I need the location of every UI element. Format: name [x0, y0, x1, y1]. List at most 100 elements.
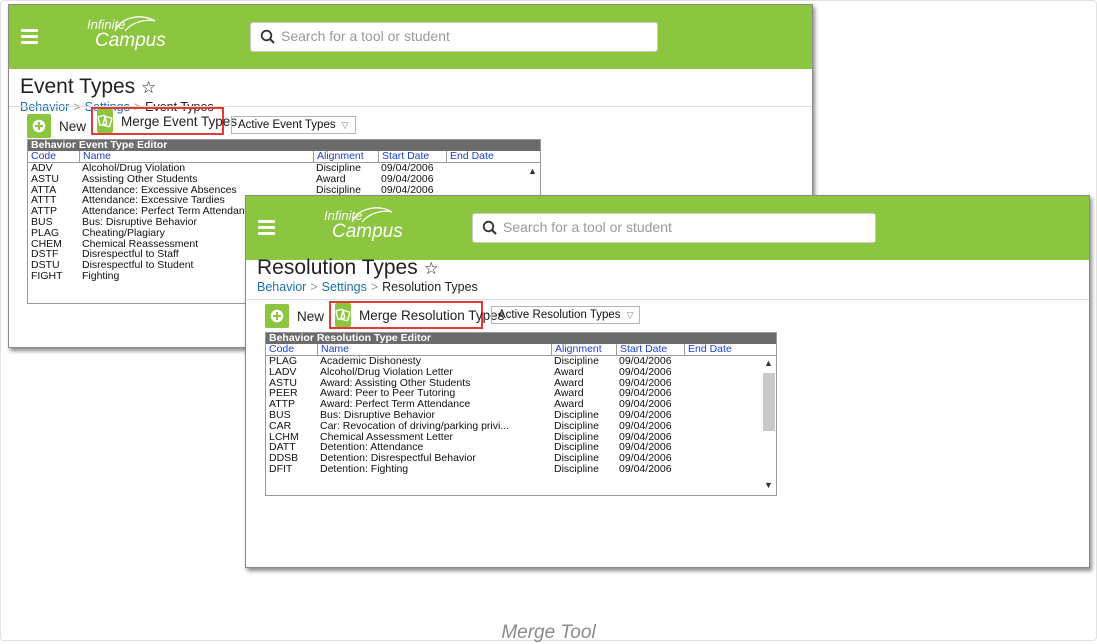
- cell-alignment: Award: [554, 377, 584, 389]
- cell-start: 09/04/2006: [381, 173, 434, 185]
- table-row[interactable]: LCHM Chemical Assessment Letter Discipline…: [266, 432, 776, 443]
- favorite-star-icon[interactable]: ☆: [424, 259, 439, 278]
- scroll-down-icon[interactable]: ▼: [764, 480, 773, 490]
- col-start-date[interactable]: Start Date: [378, 151, 447, 162]
- search-box[interactable]: Search for a tool or student: [472, 213, 876, 243]
- table-row[interactable]: DFIT Detention: Fighting Discipline 09/04/2…: [266, 464, 776, 475]
- col-code[interactable]: Code: [266, 344, 316, 355]
- table-row[interactable]: ATTA Attendance: Excessive Absences Discip…: [28, 185, 540, 196]
- new-button-label: New: [297, 308, 325, 324]
- cell-code: ATTP: [269, 399, 296, 410]
- cell-name: Detention: Attendance: [320, 442, 424, 454]
- cell-name: Award: Assisting Other Students: [320, 377, 471, 389]
- cell-name: Award: Peer to Peer Tutoring: [320, 388, 456, 400]
- cell-name: Detention: Disrespectful Behavior: [320, 453, 476, 464]
- cell-alignment: Discipline: [554, 420, 599, 432]
- add-icon: [27, 114, 51, 138]
- cell-alignment: Discipline: [316, 163, 361, 174]
- breadcrumb-settings[interactable]: Settings: [322, 280, 367, 294]
- cell-code: PLAG: [269, 356, 298, 367]
- col-start-date[interactable]: Start Date: [616, 344, 685, 355]
- table-row[interactable]: BUS Bus: Disruptive Behavior Discipline 09/…: [266, 410, 776, 421]
- search-box[interactable]: Search for a tool or student: [250, 22, 658, 52]
- cell-code: DSTU: [31, 260, 60, 271]
- chevron-right-icon: >: [73, 100, 81, 114]
- page-title: Event Types ☆: [20, 75, 157, 98]
- grid-scrollbar[interactable]: ▲ ▼: [762, 355, 776, 495]
- campus-logo: Infinite Campus: [73, 15, 183, 59]
- merge-icon: [335, 303, 351, 327]
- merge-resolution-types-button[interactable]: Merge Resolution Types: [329, 301, 504, 329]
- col-code[interactable]: Code: [28, 151, 78, 162]
- table-row[interactable]: PLAG Academic Dishonesty Discipline 09/04/2…: [266, 356, 776, 367]
- active-filter-select[interactable]: Active Event Types ▽: [231, 116, 356, 134]
- menu-icon[interactable]: [258, 220, 275, 235]
- scroll-up-icon[interactable]: ▲: [764, 358, 773, 368]
- table-row[interactable]: DDSB Detention: Disrespectful Behavior Dis…: [266, 453, 776, 464]
- cell-code: ASTU: [269, 377, 298, 389]
- cell-code: DDSB: [269, 453, 299, 464]
- cell-name: Attendance: Excessive Absences: [82, 184, 237, 196]
- breadcrumb-behavior[interactable]: Behavior: [257, 280, 306, 294]
- breadcrumb-current: Resolution Types: [382, 280, 478, 294]
- cell-start: 09/04/2006: [619, 442, 672, 454]
- cell-code: DSTF: [31, 249, 59, 261]
- cell-code: ATTA: [31, 184, 57, 196]
- col-end-date[interactable]: End Date: [446, 151, 520, 162]
- cell-start: 09/04/2006: [619, 409, 672, 421]
- new-button[interactable]: New: [265, 304, 324, 328]
- cell-start: 09/04/2006: [619, 463, 672, 475]
- col-alignment[interactable]: Alignment: [551, 344, 619, 355]
- col-name[interactable]: Name: [317, 344, 554, 355]
- breadcrumb: Behavior > Settings > Resolution Types: [257, 280, 478, 294]
- cell-alignment: Discipline: [554, 409, 599, 421]
- cell-start: 09/04/2006: [619, 377, 672, 389]
- app-header: Infinite Campus Search for a tool or stu…: [9, 5, 812, 69]
- cell-name: Chemical Assessment Letter: [320, 431, 454, 443]
- cell-start: 09/04/2006: [619, 453, 672, 464]
- cell-code: DFIT: [269, 463, 293, 475]
- scroll-up-icon[interactable]: ▲: [528, 166, 537, 176]
- merge-event-types-button[interactable]: Merge Event Types: [91, 107, 237, 135]
- active-filter-select[interactable]: Active Resolution Types ▽: [491, 306, 641, 324]
- campus-logo: Infinite Campus: [310, 206, 420, 250]
- filter-value: Active Event Types: [238, 119, 336, 131]
- scroll-thumb[interactable]: [763, 373, 775, 431]
- cell-name: Academic Dishonesty: [320, 356, 421, 367]
- cell-start: 09/04/2006: [619, 399, 672, 410]
- resolution-type-grid: Behavior Resolution Type Editor Code Nam…: [265, 332, 777, 496]
- cell-alignment: Discipline: [554, 442, 599, 454]
- cell-code: BUS: [31, 216, 53, 228]
- cell-code: PEER: [269, 388, 298, 400]
- table-row[interactable]: LADV Alcohol/Drug Violation Letter Award 09…: [266, 367, 776, 378]
- search-placeholder: Search for a tool or student: [281, 28, 450, 44]
- cell-start: 09/04/2006: [619, 356, 672, 367]
- cell-alignment: Award: [554, 366, 584, 378]
- table-row[interactable]: ASTU Assisting Other Students Award 09/04/2…: [28, 174, 540, 185]
- col-name[interactable]: Name: [79, 151, 314, 162]
- grid-header: Code Name Alignment Start Date End Date: [28, 151, 540, 163]
- merge-icon: [97, 109, 113, 133]
- table-row[interactable]: ATTP Award: Perfect Term Attendance Award 0…: [266, 399, 776, 410]
- logo-line2: Campus: [332, 221, 403, 242]
- col-alignment[interactable]: Alignment: [313, 151, 381, 162]
- favorite-star-icon[interactable]: ☆: [141, 78, 156, 97]
- cell-name: Detention: Fighting: [320, 463, 409, 475]
- cell-alignment: Award: [316, 173, 346, 185]
- menu-icon[interactable]: [21, 29, 38, 44]
- search-placeholder: Search for a tool or student: [503, 219, 672, 235]
- new-button[interactable]: New: [27, 114, 86, 138]
- grid-header: Code Name Alignment Start Date End Date: [266, 344, 776, 356]
- col-end-date[interactable]: End Date: [684, 344, 758, 355]
- table-row[interactable]: PEER Award: Peer to Peer Tutoring Award 09/…: [266, 388, 776, 399]
- table-row[interactable]: ADV Alcohol/Drug Violation Discipline 09/04…: [28, 163, 540, 174]
- cell-start: 09/04/2006: [381, 184, 434, 196]
- chevron-down-icon: ▽: [626, 309, 634, 320]
- table-row[interactable]: CAR Car: Revocation of driving/parking pr…: [266, 421, 776, 432]
- logo-line2: Campus: [95, 30, 166, 51]
- cell-code: ASTU: [31, 173, 60, 185]
- table-row[interactable]: DATT Detention: Attendance Discipline 09/04…: [266, 442, 776, 453]
- breadcrumb-behavior[interactable]: Behavior: [20, 100, 69, 114]
- cell-code: CAR: [269, 420, 292, 432]
- table-row[interactable]: ASTU Award: Assisting Other Students Award…: [266, 378, 776, 389]
